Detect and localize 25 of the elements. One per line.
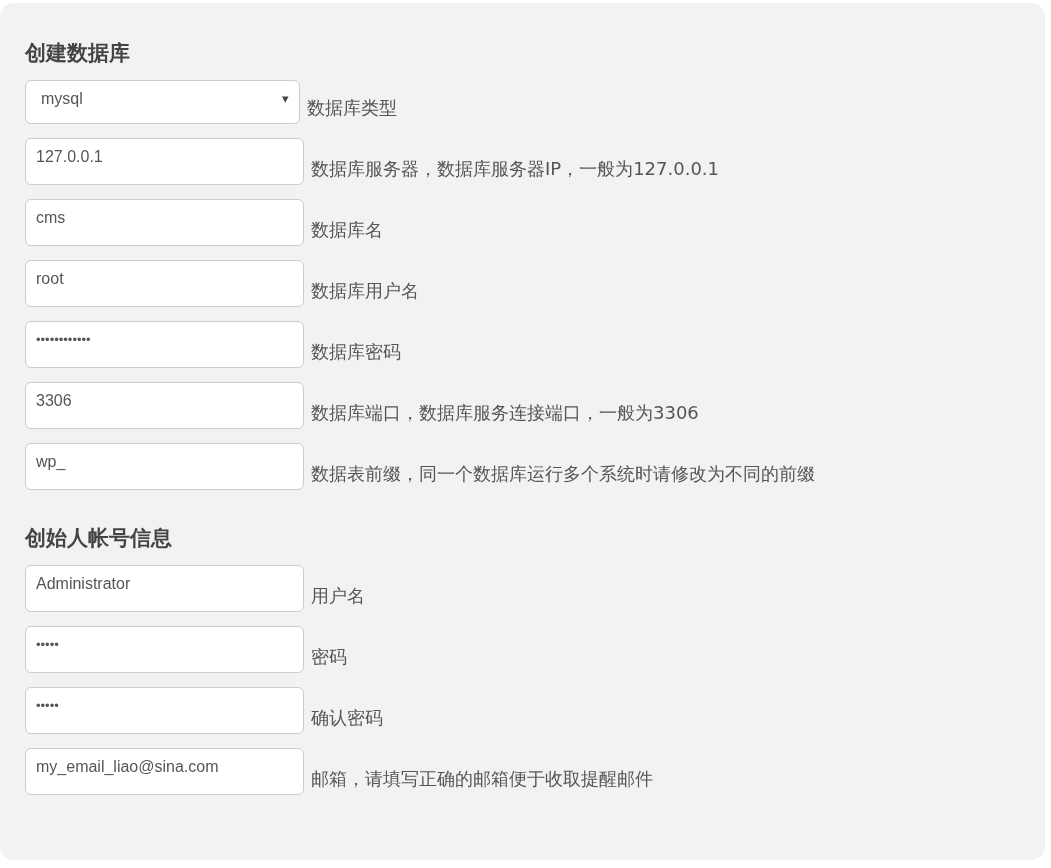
input-field[interactable]: my_email_liao@sina.com xyxy=(25,748,304,796)
field-label: 数据库服务器，数据库服务器IP，一般为127.0.0.1 xyxy=(311,157,720,182)
input-field[interactable]: cms xyxy=(25,199,304,247)
field-label: 确认密码 xyxy=(311,706,383,731)
field-label: 数据库端口，数据库服务连接端口，一般为3306 xyxy=(311,401,699,426)
field-label: 数据库名 xyxy=(311,218,383,243)
field-label: 邮箱，请填写正确的邮箱便于收取提醒邮件 xyxy=(311,767,653,792)
field-label: 数据表前缀，同一个数据库运行多个系统时请修改为不同的前缀 xyxy=(311,462,815,487)
input-field[interactable]: root xyxy=(25,260,304,308)
field-label: 密码 xyxy=(311,645,347,670)
caret-icon: ▾ xyxy=(282,89,289,109)
field-label: 数据库用户名 xyxy=(311,279,419,304)
field-label: 用户名 xyxy=(311,584,365,609)
field-label: 数据库密码 xyxy=(311,340,401,365)
input-field[interactable]: Administrator xyxy=(25,565,304,613)
database-type-select[interactable]: mysql ▾ xyxy=(25,80,300,125)
field-label: 数据库类型 xyxy=(307,96,397,121)
input-field[interactable]: 3306 xyxy=(25,382,304,430)
section-title: 创建数据库 xyxy=(25,41,131,67)
password-field[interactable]: ••••• xyxy=(25,687,304,735)
password-field[interactable]: •••••••••••• xyxy=(25,321,304,369)
input-field[interactable]: wp_ xyxy=(25,443,304,491)
section-title: 创始人帐号信息 xyxy=(25,526,173,552)
password-field[interactable]: ••••• xyxy=(25,626,304,674)
input-field[interactable]: 127.0.0.1 xyxy=(25,138,304,186)
